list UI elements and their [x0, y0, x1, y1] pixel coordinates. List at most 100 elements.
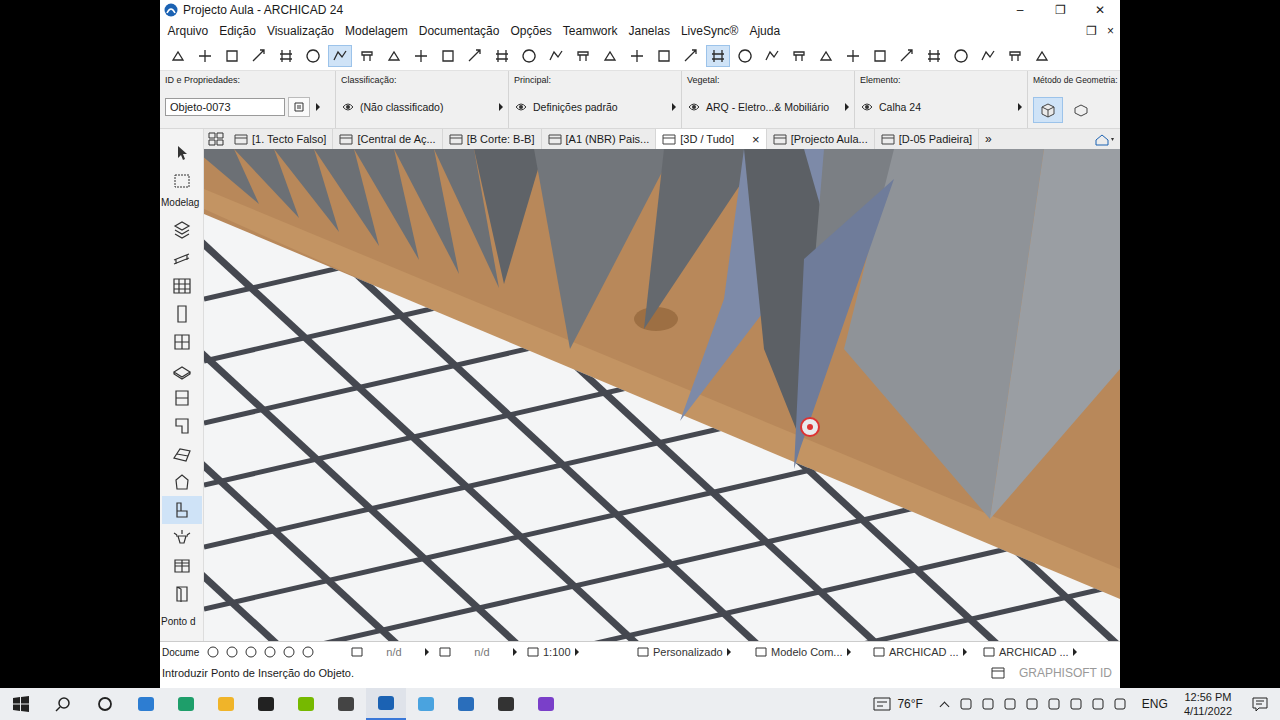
toolbar-button[interactable]: [490, 45, 514, 67]
toolbar-button[interactable]: [193, 45, 217, 67]
view-setting[interactable]: ARCHICAD ...: [868, 646, 978, 658]
toolbar-button[interactable]: [355, 45, 379, 67]
tray-icon[interactable]: [1090, 696, 1106, 712]
taskbar-app[interactable]: [126, 688, 166, 720]
document-control-button[interactable]: ×: [1107, 24, 1114, 38]
taskbar-app[interactable]: [366, 688, 406, 720]
marquee-tool[interactable]: [174, 167, 190, 195]
toolbox-tool[interactable]: [162, 216, 202, 244]
toolbar-button[interactable]: [922, 45, 946, 67]
3d-viewport[interactable]: [204, 149, 1120, 641]
toolbar-button[interactable]: [571, 45, 595, 67]
view-setting[interactable]: n/d: [434, 646, 522, 658]
toolbar-button[interactable]: [382, 45, 406, 67]
toolbar-button[interactable]: [220, 45, 244, 67]
window-control-button[interactable]: ❐: [1040, 3, 1080, 17]
window-control-button[interactable]: –: [1000, 3, 1040, 17]
language-indicator[interactable]: ENG: [1134, 697, 1176, 711]
id-field[interactable]: Objeto-0073: [165, 98, 285, 116]
tray-icon[interactable]: [1002, 696, 1018, 712]
tray-icon[interactable]: [958, 696, 974, 712]
tray-icon[interactable]: [1112, 696, 1128, 712]
toolbar-button[interactable]: [760, 45, 784, 67]
navigation-icon[interactable]: [282, 645, 296, 659]
toolbar-button[interactable]: [301, 45, 325, 67]
tray-icon[interactable]: [980, 696, 996, 712]
toolbox-tool[interactable]: [162, 440, 202, 468]
toolbar-button[interactable]: [544, 45, 568, 67]
toolbox-tool[interactable]: [162, 580, 202, 608]
menu-item[interactable]: Opções: [505, 24, 557, 38]
toolbar-button[interactable]: [787, 45, 811, 67]
cortana-button[interactable]: [84, 688, 126, 720]
menu-item[interactable]: Documentação: [413, 24, 505, 38]
menu-item[interactable]: Arquivo: [162, 24, 214, 38]
navigator-button[interactable]: [1094, 132, 1120, 146]
toolbar-button[interactable]: [706, 45, 730, 67]
toolbar-button[interactable]: [679, 45, 703, 67]
info-picker[interactable]: (Não classificado): [341, 97, 503, 117]
info-picker[interactable]: ARQ - Eletro...& Mobiliário: [687, 97, 849, 117]
menu-item[interactable]: Ajuda: [744, 24, 786, 38]
toolbar-button[interactable]: [733, 45, 757, 67]
view-tab[interactable]: [B Corte: B-B]: [443, 129, 542, 149]
menu-item[interactable]: Visualização: [261, 24, 339, 38]
view-tab[interactable]: [D-05 Padieira]: [875, 129, 979, 149]
toolbar-button[interactable]: [274, 45, 298, 67]
taskbar-app[interactable]: [286, 688, 326, 720]
navigation-icon[interactable]: [301, 645, 315, 659]
view-tab[interactable]: [Projecto Aula...: [767, 129, 875, 149]
menu-item[interactable]: Modelagem: [340, 24, 414, 38]
geometry-method-button[interactable]: [1033, 97, 1063, 123]
view-tab[interactable]: [1. Tecto Falso]: [228, 129, 333, 149]
toolbar-button[interactable]: [463, 45, 487, 67]
taskbar-app[interactable]: [446, 688, 486, 720]
view-setting[interactable]: 1:100: [522, 646, 632, 658]
toolbar-button[interactable]: [166, 45, 190, 67]
properties-button[interactable]: [288, 97, 310, 117]
weather-widget[interactable]: 76°F: [865, 697, 930, 711]
toolbox-tool[interactable]: [162, 272, 202, 300]
toolbox-tool[interactable]: [162, 356, 202, 384]
window-control-button[interactable]: ✕: [1080, 3, 1120, 17]
menu-item[interactable]: Edição: [214, 24, 262, 38]
view-setting[interactable]: Modelo Com...: [750, 646, 868, 658]
view-tab[interactable]: [3D / Tudo]×: [656, 129, 766, 149]
toolbox-tool[interactable]: [162, 328, 202, 356]
tray-icon[interactable]: [1024, 696, 1040, 712]
toolbox-tool[interactable]: [162, 468, 202, 496]
toolbar-button[interactable]: [1003, 45, 1027, 67]
toolbox-tool[interactable]: [162, 524, 202, 552]
toolbar-button[interactable]: [814, 45, 838, 67]
taskbar-app[interactable]: [246, 688, 286, 720]
clock[interactable]: 12:56 PM4/11/2022: [1176, 690, 1240, 718]
toolbox-tool[interactable]: [162, 300, 202, 328]
taskbar-app[interactable]: [526, 688, 566, 720]
taskbar-app[interactable]: [166, 688, 206, 720]
toolbox-tool[interactable]: [162, 496, 202, 524]
toolbar-button[interactable]: [652, 45, 676, 67]
search-button[interactable]: [42, 688, 84, 720]
tab-close-button[interactable]: ×: [752, 132, 760, 147]
toolbar-button[interactable]: [409, 45, 433, 67]
toolbar-button[interactable]: [868, 45, 892, 67]
toolbar-button[interactable]: [598, 45, 622, 67]
3d-model-view[interactable]: [204, 149, 1120, 641]
toolbar-button[interactable]: [328, 45, 352, 67]
toolbar-button[interactable]: [436, 45, 460, 67]
toolbar-button[interactable]: [247, 45, 271, 67]
view-tab[interactable]: [A1 (NBR) Pais...: [542, 129, 657, 149]
info-picker[interactable]: Calha 24: [860, 97, 1022, 117]
navigation-icon[interactable]: [225, 645, 239, 659]
graphisoft-id-button[interactable]: GRAPHISOFT ID: [991, 666, 1116, 680]
menu-item[interactable]: LiveSync®: [675, 24, 744, 38]
taskbar-app[interactable]: [206, 688, 246, 720]
start-button[interactable]: [0, 688, 42, 720]
info-picker[interactable]: Definições padrão: [514, 97, 676, 117]
toolbar-button[interactable]: [895, 45, 919, 67]
taskbar-app[interactable]: [326, 688, 366, 720]
view-tab[interactable]: [Central de Aç...: [333, 129, 442, 149]
view-setting[interactable]: n/d: [346, 646, 434, 658]
view-setting[interactable]: ARCHICAD ...: [978, 646, 1082, 658]
taskbar-app[interactable]: [406, 688, 446, 720]
